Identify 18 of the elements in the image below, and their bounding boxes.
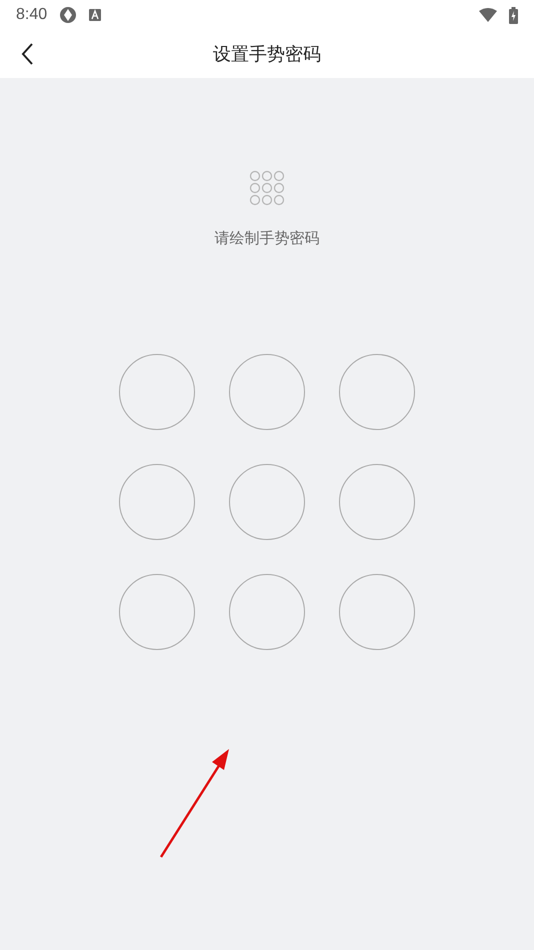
pattern-node[interactable] <box>119 574 195 650</box>
battery-icon <box>509 6 518 24</box>
pattern-node[interactable] <box>119 354 195 430</box>
keyboard-icon <box>89 9 102 21</box>
pattern-node[interactable] <box>229 354 305 430</box>
pattern-node[interactable] <box>339 354 415 430</box>
aperture-icon <box>59 6 78 24</box>
prompt-text: 请绘制手势密码 <box>214 228 320 249</box>
status-time: 8:40 <box>16 5 48 25</box>
pattern-node[interactable] <box>119 464 195 540</box>
pattern-node[interactable] <box>229 574 305 650</box>
wifi-icon <box>479 8 497 22</box>
pattern-node[interactable] <box>229 464 305 540</box>
page-title: 设置手势密码 <box>213 42 321 66</box>
back-icon[interactable] <box>20 42 34 66</box>
pattern-node[interactable] <box>339 574 415 650</box>
pattern-node[interactable] <box>339 464 415 540</box>
pattern-preview-icon <box>249 170 285 206</box>
